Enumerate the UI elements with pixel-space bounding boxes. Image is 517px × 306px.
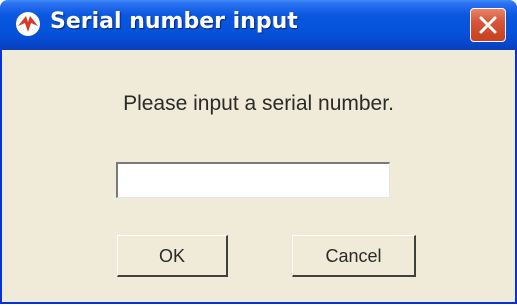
serial-number-dialog: Serial number input Please input a seria… [0,0,517,304]
dialog-body: Please input a serial number. OK Cancel [2,50,515,302]
serial-number-input[interactable] [116,162,390,198]
app-logo-icon [14,10,42,38]
window-title: Serial number input [50,9,298,34]
ok-button[interactable]: OK [117,235,228,277]
prompt-label: Please input a serial number. [123,92,394,115]
close-button[interactable] [470,8,506,42]
cancel-button[interactable]: Cancel [292,235,416,277]
title-bar[interactable]: Serial number input [0,0,517,50]
